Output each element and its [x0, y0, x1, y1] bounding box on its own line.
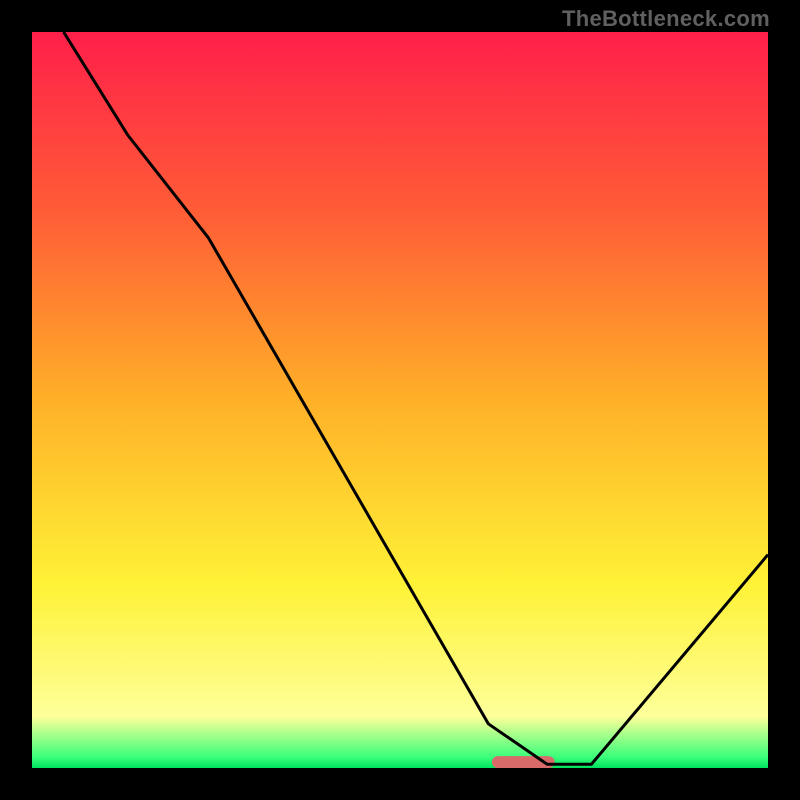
- plot-area: [32, 32, 768, 768]
- branding-label: TheBottleneck.com: [562, 6, 770, 32]
- chart-container: TheBottleneck.com: [0, 0, 800, 800]
- gradient-background: [32, 32, 768, 768]
- chart-svg: [32, 32, 768, 768]
